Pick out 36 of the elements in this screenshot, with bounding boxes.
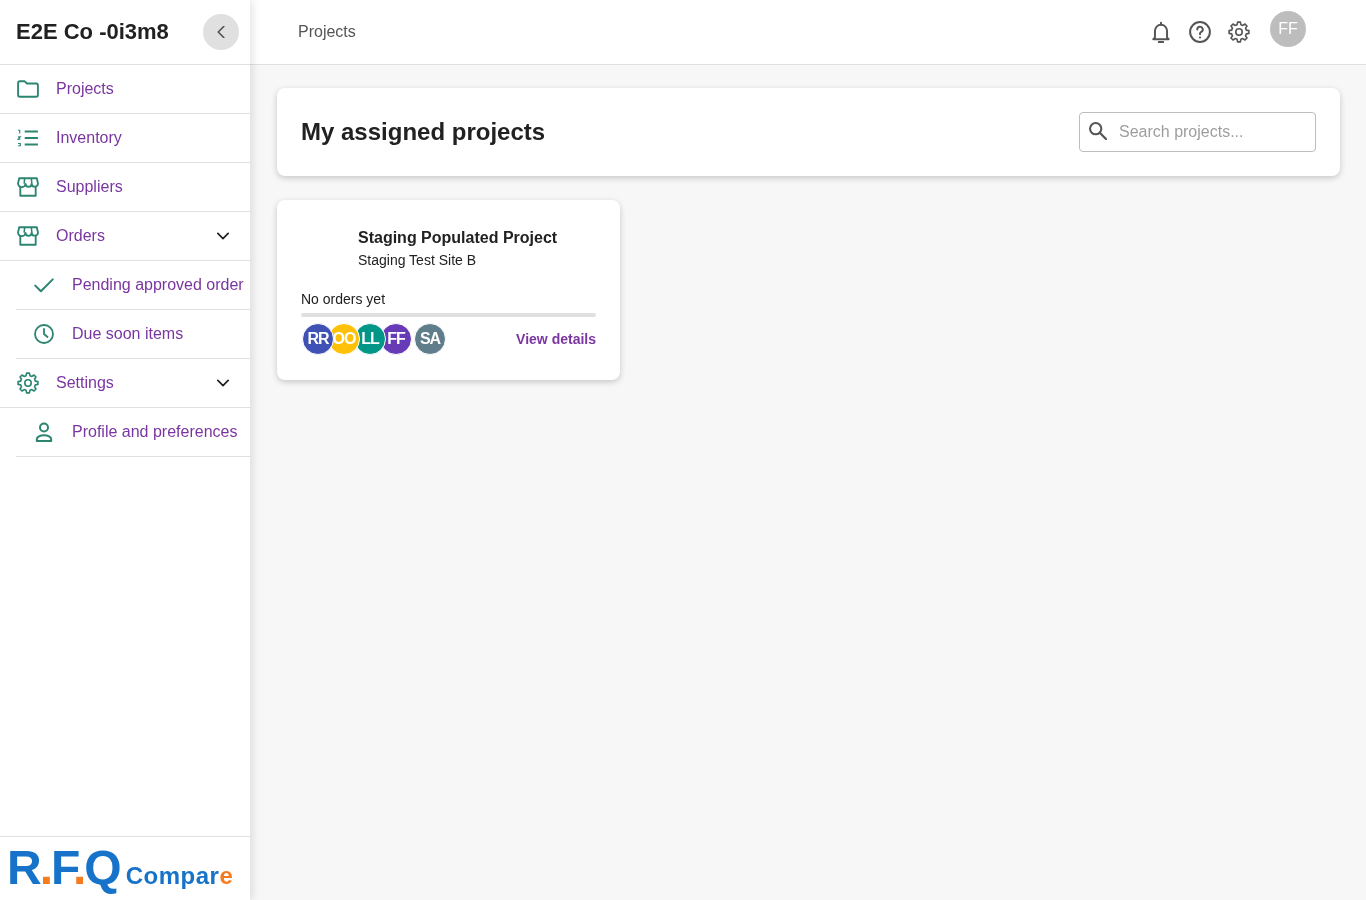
view-details-link[interactable]: View details [516,328,596,350]
company-title: E2E Co -0i3m8 [16,18,169,46]
person-icon [34,422,54,442]
sidebar-item[interactable]: Suppliers [0,163,250,212]
search-field[interactable]: Search projects... [1079,112,1316,152]
storefront-icon [17,176,39,198]
clock-icon [34,324,54,344]
check-icon [34,275,54,295]
storefront-icon [17,225,39,247]
member-avatar: SA [414,323,446,355]
gear-icon [17,372,39,394]
page-title: My assigned projects [301,117,546,147]
bell-icon [1150,21,1172,43]
project-name: Staging Populated Project [358,228,559,248]
chevron-left-icon [217,26,225,38]
sidebar-item[interactable]: Inventory [0,114,250,163]
help-button[interactable] [1189,21,1211,43]
sidebar-subitem[interactable]: Due soon items [16,310,250,359]
folder-icon [17,78,39,100]
logo-mark: R.F.Q [7,844,120,892]
orders-status: No orders yet [301,290,387,309]
help-icon [1189,21,1211,43]
numbered-list-icon [17,127,39,149]
sidebar-subitem[interactable]: Profile and preferences [16,408,250,457]
bell-button[interactable] [1150,21,1172,43]
sidebar-item[interactable]: Settings [0,359,250,408]
sidebar-item[interactable]: Projects [0,65,250,114]
gear-button[interactable] [1228,21,1250,43]
logo-wordmark: Compare [125,862,234,890]
gear-icon [1228,21,1250,43]
member-avatar: RR [302,323,334,355]
search-icon [1089,122,1107,140]
project-site: Staging Test Site B [358,251,478,270]
sidebar-item[interactable]: Orders [0,212,250,261]
sidebar-subitem[interactable]: Pending approved order [16,261,250,310]
breadcrumb: Projects [298,22,356,42]
